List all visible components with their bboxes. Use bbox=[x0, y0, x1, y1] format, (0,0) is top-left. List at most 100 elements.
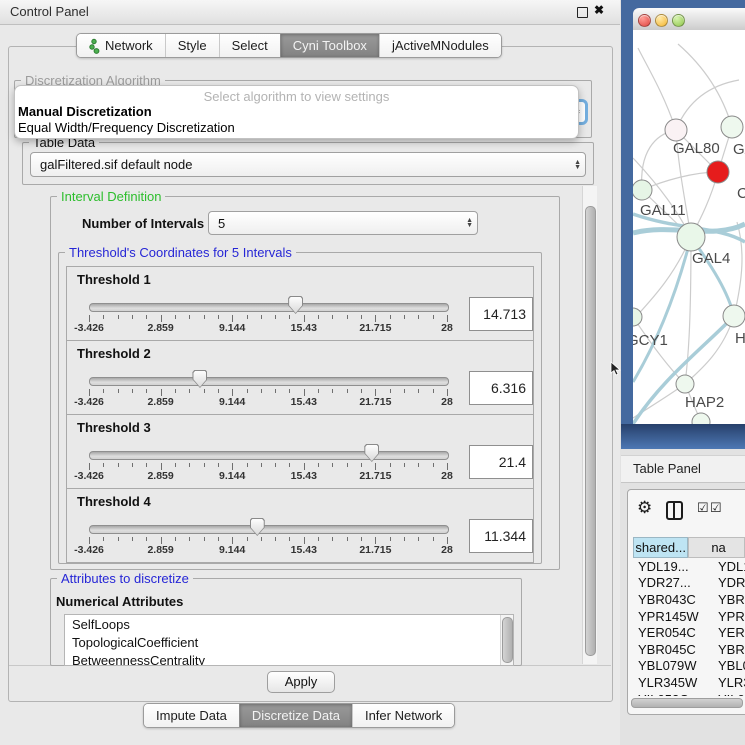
node-h[interactable] bbox=[723, 305, 745, 327]
scrollbar-thumb[interactable] bbox=[585, 206, 596, 656]
close-traffic-light-icon[interactable] bbox=[638, 14, 651, 27]
table-row[interactable]: YBR043CYBR04 bbox=[633, 591, 745, 608]
list-scrollbar[interactable] bbox=[500, 615, 513, 665]
tick-mark bbox=[447, 389, 448, 396]
tick-mark bbox=[318, 389, 319, 393]
tab-network[interactable]: Network bbox=[77, 34, 165, 57]
cell-name[interactable]: YBR04 bbox=[710, 642, 745, 657]
checkbox-icon[interactable]: ☑ bbox=[710, 500, 722, 516]
split-view-icon[interactable] bbox=[666, 501, 683, 520]
cell-shared-name[interactable]: YDL19... bbox=[633, 559, 710, 574]
network-nodes[interactable] bbox=[633, 116, 745, 424]
float-window-icon[interactable] bbox=[577, 7, 588, 18]
num-intervals-combobox[interactable]: 5 ▲▼ bbox=[208, 211, 478, 235]
tab-discretize-data[interactable]: Discretize Data bbox=[239, 704, 352, 727]
network-window-titlebar[interactable] bbox=[633, 8, 745, 31]
network-icon bbox=[89, 38, 100, 54]
table-row[interactable]: YDR27...YDR27 bbox=[633, 575, 745, 592]
tab-impute-data[interactable]: Impute Data bbox=[144, 704, 239, 727]
tick-mark bbox=[118, 463, 119, 467]
table-data-combobox[interactable]: galFiltered.sif default node ▲▼ bbox=[30, 152, 586, 177]
table-row[interactable]: YBR045CYBR04 bbox=[633, 641, 745, 658]
list-item[interactable]: SelfLoops bbox=[65, 615, 513, 633]
cell-name[interactable]: YLR34 bbox=[710, 675, 745, 690]
minimize-traffic-light-icon[interactable] bbox=[655, 14, 668, 27]
slider-track[interactable] bbox=[89, 525, 449, 534]
cell-shared-name[interactable]: YPR145W bbox=[633, 609, 710, 624]
node-bottom-edge[interactable] bbox=[692, 413, 710, 424]
cell-shared-name[interactable]: YER054C bbox=[633, 625, 710, 640]
cell-shared-name[interactable]: YBL079W bbox=[633, 658, 710, 673]
scrollbar-thumb[interactable] bbox=[631, 698, 743, 708]
dropdown-option-equal-width[interactable]: Equal Width/Frequency Discretization bbox=[18, 120, 235, 135]
cell-name[interactable]: YBL07 bbox=[710, 658, 745, 673]
table-row[interactable]: YIL052CYIL05 bbox=[633, 691, 745, 696]
cell-shared-name[interactable]: YLR345W bbox=[633, 675, 710, 690]
node-gal80[interactable] bbox=[665, 119, 687, 141]
tick-mark bbox=[318, 463, 319, 467]
attributes-list[interactable]: SelfLoopsTopologicalCoefficientBetweenne… bbox=[64, 614, 514, 666]
slider-track[interactable] bbox=[89, 377, 449, 386]
gear-icon[interactable]: ⚙ bbox=[637, 498, 652, 518]
tick-mark bbox=[447, 463, 448, 470]
zoom-traffic-light-icon[interactable] bbox=[672, 14, 685, 27]
tab-cyni-toolbox[interactable]: Cyni Toolbox bbox=[280, 34, 379, 57]
checkbox-icon[interactable]: ☑ bbox=[697, 500, 709, 516]
scrollbar-thumb[interactable] bbox=[502, 617, 513, 663]
tick-mark bbox=[175, 315, 176, 319]
tick-mark bbox=[232, 463, 233, 470]
table-row[interactable]: YLR345WYLR34 bbox=[633, 674, 745, 691]
network-canvas[interactable]: GAL80 GA C GAL11 GAL4 GCY1 H HAP2 bbox=[633, 30, 745, 424]
tick-mark bbox=[175, 389, 176, 393]
tick-label: 28 bbox=[441, 396, 453, 408]
node-gal4[interactable] bbox=[677, 223, 705, 251]
list-item[interactable]: BetweennessCentrality bbox=[65, 651, 513, 666]
table-row[interactable]: YPR145WYPR14 bbox=[633, 608, 745, 625]
tick-mark bbox=[318, 315, 319, 319]
network-node-labels: GAL80 GA C GAL11 GAL4 GCY1 H HAP2 bbox=[633, 140, 745, 411]
cell-name[interactable]: YPR14 bbox=[710, 609, 745, 624]
tick-mark bbox=[261, 389, 262, 393]
node-ga[interactable] bbox=[721, 116, 743, 138]
node-hap2[interactable] bbox=[676, 375, 694, 393]
table-row[interactable]: YBL079WYBL07 bbox=[633, 658, 745, 675]
slider-track[interactable] bbox=[89, 303, 449, 312]
tick-mark bbox=[304, 389, 305, 396]
threshold-value-field[interactable]: 6.316 bbox=[469, 371, 533, 405]
node-red-selected[interactable] bbox=[707, 161, 729, 183]
apply-button[interactable]: Apply bbox=[267, 671, 335, 693]
tick-mark bbox=[418, 463, 419, 467]
threshold-value-field[interactable]: 14.713 bbox=[469, 297, 533, 331]
tab-infer-network[interactable]: Infer Network bbox=[352, 704, 454, 727]
tab-jactivemnodules[interactable]: jActiveMNodules bbox=[379, 34, 501, 57]
column-header-shared[interactable]: shared... bbox=[633, 537, 688, 558]
tab-select[interactable]: Select bbox=[219, 34, 280, 57]
cell-shared-name[interactable]: YIL052C bbox=[633, 692, 710, 696]
tab-style[interactable]: Style bbox=[165, 34, 219, 57]
tick-mark bbox=[189, 315, 190, 319]
list-item[interactable]: TopologicalCoefficient bbox=[65, 633, 513, 651]
column-header-name[interactable]: na bbox=[688, 537, 745, 558]
slider-track[interactable] bbox=[89, 451, 449, 460]
threshold-value-field[interactable]: 11.344 bbox=[469, 519, 533, 553]
cell-name[interactable]: YDL19 bbox=[710, 559, 745, 574]
threshold-label: Threshold 2 bbox=[77, 346, 151, 361]
node-gal11[interactable] bbox=[633, 180, 652, 200]
cell-name[interactable]: YBR04 bbox=[710, 592, 745, 607]
cell-name[interactable]: YDR27 bbox=[710, 575, 745, 590]
tick-mark bbox=[247, 537, 248, 541]
threshold-panel: Threshold 1-3.4262.8599.14415.4321.71528… bbox=[66, 266, 534, 341]
threshold-value-field[interactable]: 21.4 bbox=[469, 445, 533, 479]
table-hscrollbar[interactable] bbox=[630, 697, 743, 707]
table-row[interactable]: YER054CYER05 bbox=[633, 624, 745, 641]
close-icon[interactable]: ✖ bbox=[594, 3, 604, 17]
panel-scrollbar[interactable] bbox=[582, 186, 597, 664]
table-row[interactable]: YDL19...YDL19 bbox=[633, 558, 745, 575]
cell-name[interactable]: YER05 bbox=[710, 625, 745, 640]
tick-label: 15.43 bbox=[291, 396, 317, 408]
cell-name[interactable]: YIL05 bbox=[710, 692, 745, 696]
dropdown-option-manual[interactable]: Manual Discretization bbox=[18, 104, 152, 119]
cell-shared-name[interactable]: YDR27... bbox=[633, 575, 710, 590]
cell-shared-name[interactable]: YBR045C bbox=[633, 642, 710, 657]
cell-shared-name[interactable]: YBR043C bbox=[633, 592, 710, 607]
